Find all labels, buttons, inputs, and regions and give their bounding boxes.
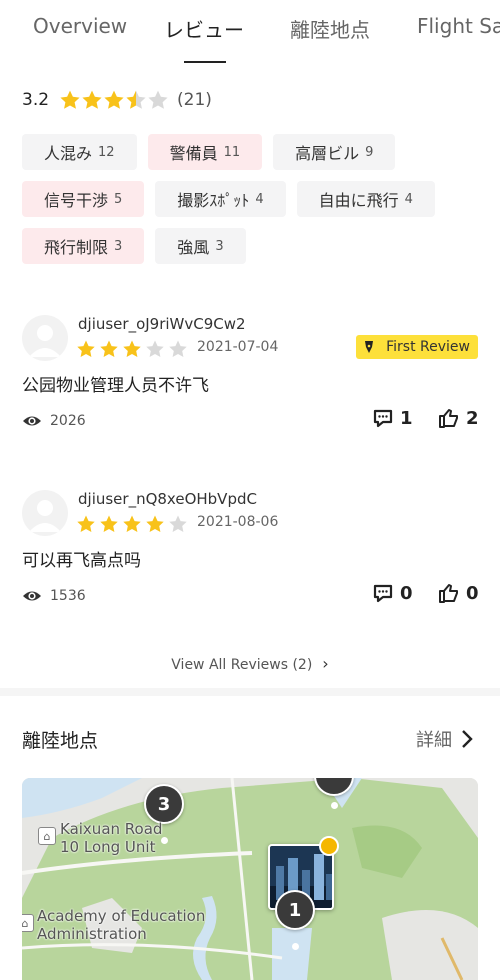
map-pin-dot <box>292 943 299 950</box>
rating-stars <box>59 89 169 111</box>
view-count: 1536 <box>22 586 86 606</box>
tab-flight-safety[interactable]: Flight Sa <box>417 14 500 38</box>
comment-icon <box>373 584 393 603</box>
building-icon: ⌂ <box>38 827 56 845</box>
tag-chip[interactable]: 信号干渉 5 <box>22 181 145 217</box>
tag-chip[interactable]: 警備員 11 <box>147 134 263 170</box>
active-tab-indicator <box>184 61 226 63</box>
building-icon: ⌂ <box>22 914 34 932</box>
review-date: 2021-08-06 <box>197 514 279 530</box>
star-icon <box>169 515 187 532</box>
thumbs-up-icon <box>439 409 458 428</box>
star-icon <box>146 515 164 532</box>
review-item[interactable]: djiuser_nQ8xeOHbVpdC 2021-08-06 可以再飞高点吗 … <box>22 490 482 620</box>
like-button[interactable]: 2 <box>438 407 479 429</box>
review-text: 可以再飞高点吗 <box>22 551 141 571</box>
star-icon <box>60 90 80 109</box>
tag-chip[interactable]: 撮影ｽﾎﾟｯﾄ 4 <box>155 181 286 217</box>
star-icon <box>104 90 124 109</box>
star-icon <box>100 515 118 532</box>
review-tags: 人混み 12 警備員 11 高層ビル 9 信号干渉 5 撮影ｽﾎﾟｯﾄ 4 自由に飛行 4 … <box>22 134 482 275</box>
photo-badge-icon <box>319 836 339 856</box>
map-cluster-marker[interactable]: 3 <box>144 784 184 824</box>
map-cluster-marker[interactable]: 1 <box>275 890 315 930</box>
star-icon <box>146 340 164 357</box>
avatar[interactable] <box>22 490 68 536</box>
tag-chip[interactable]: 飛行制限 3 <box>22 228 145 264</box>
rating-count: (21) <box>177 90 212 110</box>
takeoff-map[interactable]: 3 1 ⌂ Kaixuan Road 10 Long Unit ⌂ Academ… <box>22 778 478 980</box>
review-date: 2021-07-04 <box>197 339 279 355</box>
view-all-reviews-link[interactable]: View All Reviews (2) › <box>0 654 500 673</box>
review-item[interactable]: djiuser_oJ9riWvC9Cw2 2021-07-04 First Re… <box>22 315 482 445</box>
rating-score: 3.2 <box>22 90 50 110</box>
comment-button[interactable]: 0 <box>372 582 413 604</box>
first-review-badge: First Review <box>356 335 478 359</box>
thumbs-up-icon <box>439 584 458 603</box>
like-button[interactable]: 0 <box>438 582 479 604</box>
tag-chip[interactable]: 強風 3 <box>155 228 246 264</box>
chevron-right-icon: › <box>322 654 329 673</box>
review-stars <box>76 339 191 359</box>
details-link[interactable]: 詳細 <box>416 726 452 752</box>
tag-chip[interactable]: 人混み 12 <box>22 134 137 170</box>
star-icon <box>169 340 187 357</box>
star-icon <box>123 515 141 532</box>
star-icon <box>126 90 146 109</box>
review-stars <box>76 514 191 534</box>
eye-icon <box>23 416 41 426</box>
eye-icon <box>23 591 41 601</box>
star-icon <box>123 340 141 357</box>
star-icon <box>148 90 168 109</box>
section-title: 離陸地点 <box>22 730 99 752</box>
tab-bar: Overview レビュー 離陸地点 Flight Sa <box>0 0 500 66</box>
section-divider <box>0 688 500 696</box>
map-pin-dot <box>331 802 338 809</box>
map-background <box>22 778 478 980</box>
chevron-right-icon[interactable] <box>460 728 474 750</box>
review-username[interactable]: djiuser_nQ8xeOHbVpdC <box>78 490 257 508</box>
review-username[interactable]: djiuser_oJ9riWvC9Cw2 <box>78 315 246 333</box>
star-icon <box>100 340 118 357</box>
map-place-label: Academy of Education Administration <box>37 907 206 943</box>
pen-nib-icon <box>365 341 374 353</box>
rating-summary: 3.2 (21) <box>22 86 212 114</box>
star-icon <box>77 340 95 357</box>
tag-chip[interactable]: 自由に飛行 4 <box>296 181 435 217</box>
map-place-label: Kaixuan Road 10 Long Unit <box>60 820 163 856</box>
tab-reviews[interactable]: レビュー <box>164 14 244 43</box>
tab-overview[interactable]: Overview <box>33 14 127 38</box>
star-icon <box>77 515 95 532</box>
takeoff-section-header: 離陸地点 詳細 <box>22 726 478 754</box>
tab-takeoff-points[interactable]: 離陸地点 <box>290 14 370 43</box>
comment-icon <box>373 409 393 428</box>
view-count: 2026 <box>22 411 86 431</box>
comment-button[interactable]: 1 <box>372 407 413 429</box>
review-text: 公园物业管理人员不许飞 <box>22 376 209 396</box>
star-icon <box>82 90 102 109</box>
tag-chip[interactable]: 高層ビル 9 <box>273 134 396 170</box>
avatar[interactable] <box>22 315 68 361</box>
